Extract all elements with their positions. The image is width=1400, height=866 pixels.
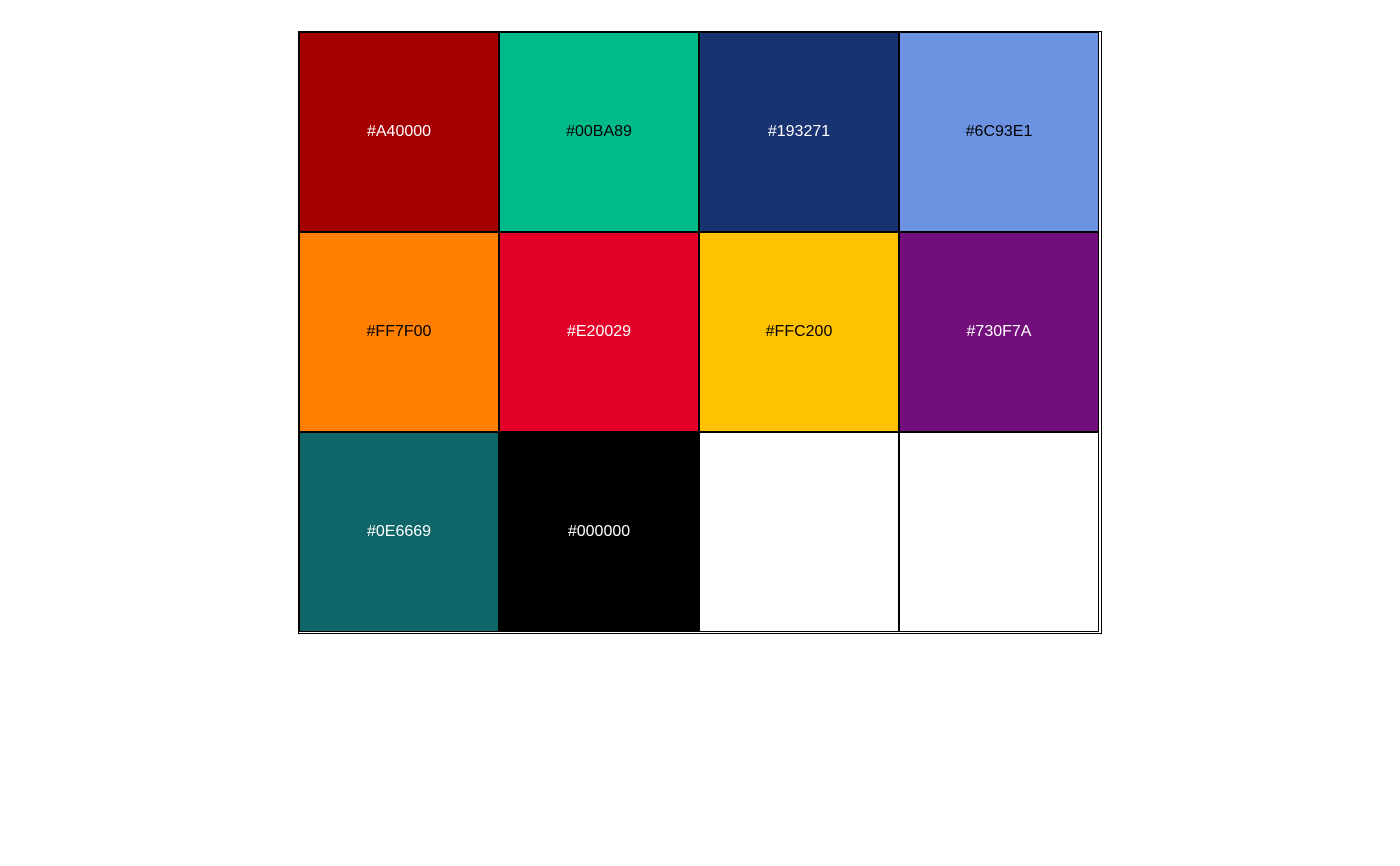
- swatch-label: #00BA89: [566, 123, 632, 140]
- color-swatch: #730F7A: [899, 232, 1099, 432]
- swatch-label: #0E6669: [366, 523, 432, 540]
- swatch-label: #A40000: [366, 123, 432, 140]
- color-swatch: #FFC200: [699, 232, 899, 432]
- empty-swatch: [899, 432, 1099, 632]
- color-swatch: #A40000: [299, 32, 499, 232]
- swatch-label: #E20029: [566, 323, 632, 340]
- color-swatch: #FF7F00: [299, 232, 499, 432]
- color-swatch: #193271: [699, 32, 899, 232]
- color-swatch: #00BA89: [499, 32, 699, 232]
- color-swatch: #E20029: [499, 232, 699, 432]
- swatch-label: #6C93E1: [965, 123, 1033, 140]
- color-swatch: #0E6669: [299, 432, 499, 632]
- swatch-label: #FF7F00: [366, 323, 432, 340]
- swatch-label: #FFC200: [765, 323, 833, 340]
- color-swatch: #000000: [499, 432, 699, 632]
- empty-swatch: [699, 432, 899, 632]
- color-swatch: #6C93E1: [899, 32, 1099, 232]
- swatch-label: #193271: [767, 123, 831, 140]
- swatch-label: #000000: [567, 523, 631, 540]
- swatch-label: #730F7A: [966, 323, 1032, 340]
- color-palette-grid: #A40000 #00BA89 #193271 #6C93E1 #FF7F00 …: [298, 31, 1102, 634]
